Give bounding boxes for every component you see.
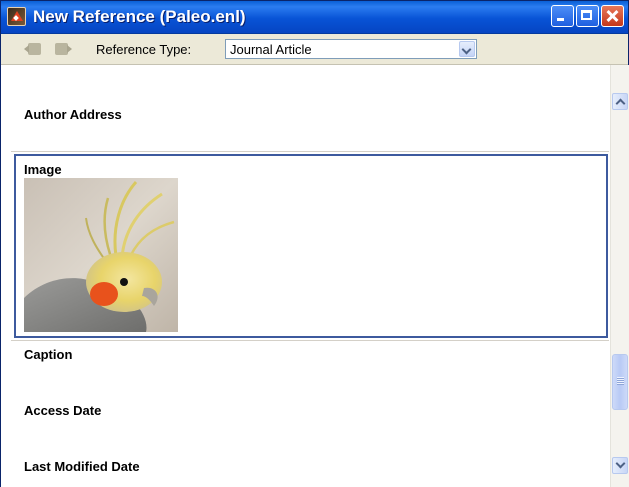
next-reference-icon[interactable] — [55, 43, 72, 55]
endnote-app-icon[interactable] — [7, 7, 26, 26]
scroll-down-icon[interactable] — [612, 457, 628, 474]
cockatiel-image — [24, 178, 178, 332]
reference-toolbar: Reference Type: Journal Article — [1, 34, 628, 65]
reference-type-value: Journal Article — [230, 42, 312, 57]
scroll-up-icon[interactable] — [612, 93, 628, 110]
field-label-access-date: Access Date — [24, 403, 102, 418]
field-divider — [11, 151, 609, 152]
reference-type-select[interactable]: Journal Article — [225, 39, 477, 59]
close-button[interactable] — [601, 5, 624, 27]
reference-fields-pane[interactable]: Author Address Image Caption Access Date… — [1, 65, 610, 487]
chevron-down-icon[interactable] — [459, 41, 475, 57]
new-reference-window: New Reference (Paleo.enl) Reference Type… — [0, 0, 629, 487]
field-divider — [11, 340, 609, 341]
field-label-image: Image — [24, 162, 62, 177]
cockatiel-photo[interactable] — [24, 178, 178, 332]
field-label-caption: Caption — [24, 347, 73, 362]
title-bar[interactable]: New Reference (Paleo.enl) — [1, 1, 628, 34]
field-label-last-modified-date: Last Modified Date — [24, 459, 140, 474]
minimize-button[interactable] — [551, 5, 574, 27]
vertical-scrollbar[interactable] — [610, 65, 629, 487]
window-title: New Reference (Paleo.enl) — [33, 7, 246, 26]
field-label-author-address: Author Address — [24, 107, 122, 122]
prev-reference-icon[interactable] — [24, 43, 41, 55]
scrollbar-thumb[interactable] — [612, 354, 628, 410]
reference-type-label: Reference Type: — [96, 42, 192, 57]
maximize-button[interactable] — [576, 5, 599, 27]
